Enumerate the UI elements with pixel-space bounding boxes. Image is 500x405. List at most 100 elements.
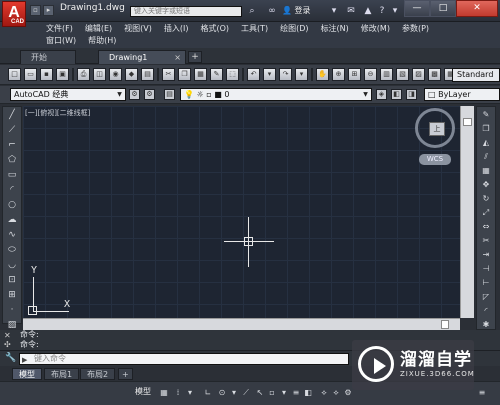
ellipse-icon[interactable]: ⬭ (5, 243, 19, 257)
zoom-realtime-icon[interactable]: ⊕ (332, 68, 345, 81)
sheet-set-manager-icon[interactable]: ▨ (412, 68, 425, 81)
offset-icon[interactable]: ⫽ (479, 150, 493, 163)
layer-state-icon[interactable]: ◨ (406, 89, 417, 100)
save-icon[interactable]: ▪ (40, 68, 53, 81)
model-space-button[interactable]: 模型 (135, 386, 151, 397)
new-tab-button[interactable]: + (188, 51, 202, 63)
copy-object-icon[interactable]: ❐ (479, 122, 493, 135)
annotation-visibility-icon[interactable]: ⟡ (330, 387, 342, 399)
make-current-icon[interactable]: ◈ (376, 89, 387, 100)
restore-button[interactable]: □ (430, 0, 456, 17)
vertical-scroll-thumb[interactable] (463, 118, 472, 126)
menu-view[interactable]: 视图(V) (118, 23, 158, 35)
qnew-icon[interactable]: □ (8, 68, 21, 81)
close-tab-icon[interactable]: × (174, 51, 181, 65)
close-button[interactable]: ✕ (456, 0, 498, 17)
isodraft-icon[interactable]: ⟋ (240, 387, 252, 399)
break-icon[interactable]: ⊣ (479, 262, 493, 275)
drawing-canvas[interactable]: [一][俯视][二维线框] Y X 上 WCS (23, 106, 460, 318)
chamfer-icon[interactable]: ◸ (479, 290, 493, 303)
text-style-select[interactable]: Standard (452, 68, 500, 82)
copy-icon[interactable]: ❐ (178, 68, 191, 81)
help-icon[interactable]: ? (376, 5, 388, 17)
move-icon[interactable]: ✥ (479, 178, 493, 191)
viewcube-top-face[interactable]: 上 (429, 122, 445, 136)
menu-parametric[interactable]: 参数(P) (396, 23, 435, 35)
markup-set-icon[interactable]: ▩ (428, 68, 441, 81)
join-icon[interactable]: ⊢ (479, 276, 493, 289)
insert-block-icon[interactable]: ⊡ (5, 273, 19, 287)
redo-dropdown-icon[interactable]: ▾ (295, 68, 308, 81)
add-layout-button[interactable]: + (118, 368, 133, 380)
design-center-icon[interactable]: ▥ (380, 68, 393, 81)
menu-edit[interactable]: 编辑(E) (79, 23, 118, 35)
polar-dropdown-icon[interactable]: ▾ (228, 387, 240, 399)
search-icon[interactable]: ⌕ (246, 5, 258, 17)
annotation-scale-icon[interactable]: ⟡ (318, 387, 330, 399)
layer-previous-icon[interactable]: ◧ (391, 89, 402, 100)
command-close-icon[interactable]: ✕ ✣ (4, 331, 11, 349)
scale-icon[interactable]: ⤢ (479, 206, 493, 219)
menu-format[interactable]: 格式(O) (194, 23, 235, 35)
application-menu-button[interactable]: A CAD (2, 1, 26, 27)
search-input[interactable]: 键入关键字或短语 (130, 6, 242, 17)
construction-line-icon[interactable]: ⟋ (5, 123, 19, 137)
color-select[interactable]: □ ByLayer (424, 88, 500, 101)
polygon-icon[interactable]: ⬠ (5, 153, 19, 167)
menu-help[interactable]: 帮助(H) (82, 35, 122, 47)
arc-icon[interactable]: ◜ (5, 183, 19, 197)
open-icon[interactable]: ▭ (24, 68, 37, 81)
workspace-gear-icon[interactable]: ⚙ (144, 89, 155, 100)
polyline-icon[interactable]: ⌐ (5, 138, 19, 152)
stretch-icon[interactable]: ⇔ (479, 220, 493, 233)
customization-icon[interactable]: ≡ (476, 387, 488, 399)
wcs-menu[interactable]: WCS (419, 154, 451, 165)
extend-icon[interactable]: ⇥ (479, 248, 493, 261)
snap-dropdown-icon[interactable]: ▾ (184, 387, 196, 399)
cut-icon[interactable]: ✂ (162, 68, 175, 81)
horizontal-scroll-thumb[interactable] (441, 320, 449, 329)
a360-icon[interactable]: ▲ (362, 5, 374, 17)
make-block-icon[interactable]: ⊞ (5, 288, 19, 302)
publish-icon[interactable]: ◉ (109, 68, 122, 81)
point-icon[interactable]: ⋅ (5, 303, 19, 317)
exchange-icon[interactable]: ✉ (345, 5, 357, 17)
array-icon[interactable]: ▦ (479, 164, 493, 177)
binoculars-icon[interactable]: ∞ (266, 5, 278, 17)
match-properties-icon[interactable]: ✎ (210, 68, 223, 81)
horizontal-scrollbar[interactable] (23, 318, 460, 330)
redo-icon[interactable]: ↷ (279, 68, 292, 81)
customize-wrench-icon[interactable]: 🔧 (5, 353, 16, 363)
menu-window[interactable]: 窗口(W) (40, 35, 82, 47)
tab-model[interactable]: 模型 (12, 368, 42, 380)
block-editor-icon[interactable]: ⬚ (226, 68, 239, 81)
object-snap-icon[interactable]: ▫ (266, 387, 278, 399)
lineweight-icon[interactable]: ≡ (290, 387, 302, 399)
ellipse-arc-icon[interactable]: ◡ (5, 258, 19, 272)
help-dropdown-icon[interactable]: ▾ (389, 5, 401, 17)
3d-print-icon[interactable]: ◆ (125, 68, 138, 81)
properties-icon[interactable]: ▤ (141, 68, 154, 81)
menu-modify[interactable]: 修改(M) (355, 23, 396, 35)
workspace-settings-icon[interactable]: ⚙ (129, 89, 140, 100)
viewcube[interactable]: 上 (415, 108, 455, 148)
paste-icon[interactable]: ▦ (194, 68, 207, 81)
minimize-button[interactable]: — (404, 0, 430, 17)
workspace-select[interactable]: AutoCAD 经典 ▼ (10, 88, 126, 101)
vertical-scrollbar[interactable] (460, 106, 474, 318)
tab-drawing1[interactable]: Drawing1 × (98, 50, 186, 64)
layer-properties-icon[interactable]: ▤ (164, 89, 175, 100)
snap-icon[interactable]: ⁞ (172, 387, 184, 399)
undo-dropdown-icon[interactable]: ▾ (263, 68, 276, 81)
trim-icon[interactable]: ✂ (479, 234, 493, 247)
mirror-icon[interactable]: ◭ (479, 136, 493, 149)
menu-draw[interactable]: 绘图(D) (274, 23, 314, 35)
zoom-previous-icon[interactable]: ⊖ (364, 68, 377, 81)
menu-insert[interactable]: 插入(I) (158, 23, 195, 35)
undo-icon[interactable]: ↶ (247, 68, 260, 81)
preview-icon[interactable]: ◫ (93, 68, 106, 81)
login-button[interactable]: 👤 登录 (282, 5, 311, 16)
open-file-icon[interactable]: ▸ (43, 5, 54, 16)
layer-select[interactable]: 💡 ☼ ▫ ■ 0 ▼ (180, 88, 372, 101)
menu-file[interactable]: 文件(F) (40, 23, 79, 35)
